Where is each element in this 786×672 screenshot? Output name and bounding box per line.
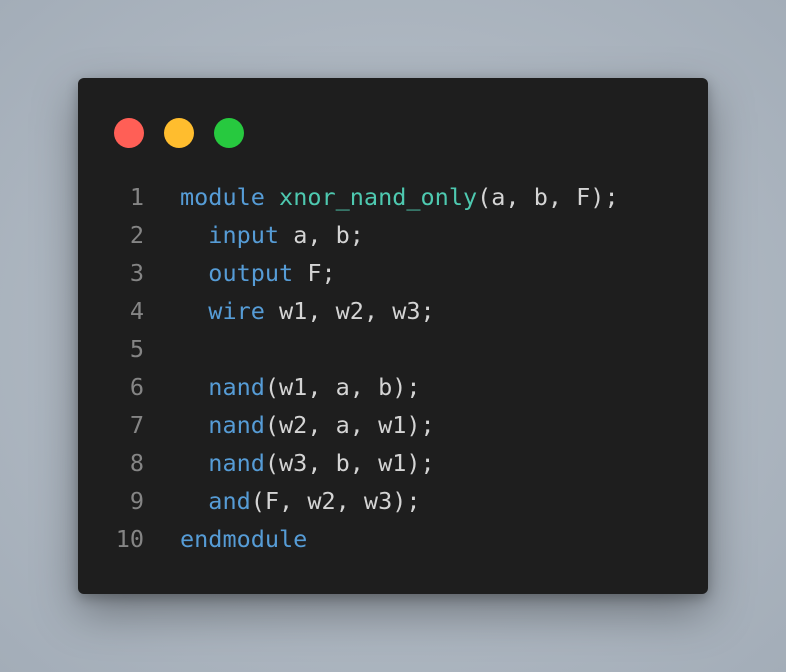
line-number: 5 (129, 335, 144, 363)
code-line: 7 nand(w2, a, w1); (78, 406, 708, 444)
code-text: F; (293, 259, 336, 287)
line-number: 2 (129, 221, 144, 249)
line-number: 9 (129, 487, 144, 515)
code-line: 2 input a, b; (78, 216, 708, 254)
code-text: (w1, a, b); (264, 373, 421, 401)
code-line: 4 wire w1, w2, w3; (78, 292, 708, 330)
code-keyword: input (208, 221, 280, 249)
line-source: module xnor_nand_only(a, b, F); (180, 178, 619, 216)
line-source: nand(w3, b, w1); (180, 444, 435, 482)
line-source: input a, b; (180, 216, 364, 254)
maximize-dot-icon[interactable] (214, 118, 244, 148)
close-dot-icon[interactable] (114, 118, 144, 148)
code-keyword: nand (208, 373, 265, 401)
code-module-name: xnor_nand_only (279, 183, 478, 211)
code-line: 5 (78, 330, 708, 368)
line-number: 1 (129, 183, 144, 211)
code-keyword: module (180, 183, 265, 211)
code-line: 6 nand(w1, a, b); (78, 368, 708, 406)
code-line: 10 endmodule (78, 520, 708, 558)
code-text: (w2, a, w1); (264, 411, 435, 439)
line-number: 6 (129, 373, 144, 401)
line-number: 10 (115, 525, 144, 553)
code-line: 1 module xnor_nand_only(a, b, F); (78, 178, 708, 216)
line-number: 4 (129, 297, 144, 325)
line-source: output F; (180, 254, 336, 292)
window-controls (114, 118, 244, 148)
code-keyword: endmodule (180, 525, 308, 553)
line-number: 8 (129, 449, 144, 477)
code-keyword: wire (208, 297, 265, 325)
code-text: w1, w2, w3; (264, 297, 435, 325)
code-text: (a, b, F); (477, 183, 619, 211)
code-keyword: nand (208, 411, 265, 439)
code-keyword: nand (208, 449, 265, 477)
line-number: 3 (129, 259, 144, 287)
line-source: wire w1, w2, w3; (180, 292, 435, 330)
line-source: and(F, w2, w3); (180, 482, 421, 520)
code-editor: 1 module xnor_nand_only(a, b, F); 2 input … (78, 178, 708, 558)
code-keyword: output (208, 259, 294, 287)
line-source: nand(w2, a, w1); (180, 406, 435, 444)
code-text: (w3, b, w1); (264, 449, 435, 477)
code-line: 9 and(F, w2, w3); (78, 482, 708, 520)
line-number: 7 (129, 411, 144, 439)
line-source: endmodule (180, 520, 307, 558)
code-keyword: and (208, 487, 251, 515)
code-line: 3 output F; (78, 254, 708, 292)
code-text: a, b; (279, 221, 364, 249)
code-line: 8 nand(w3, b, w1); (78, 444, 708, 482)
minimize-dot-icon[interactable] (164, 118, 194, 148)
code-window: 1 module xnor_nand_only(a, b, F); 2 input … (78, 78, 708, 594)
code-text: (F, w2, w3); (250, 487, 421, 515)
line-source: nand(w1, a, b); (180, 368, 421, 406)
